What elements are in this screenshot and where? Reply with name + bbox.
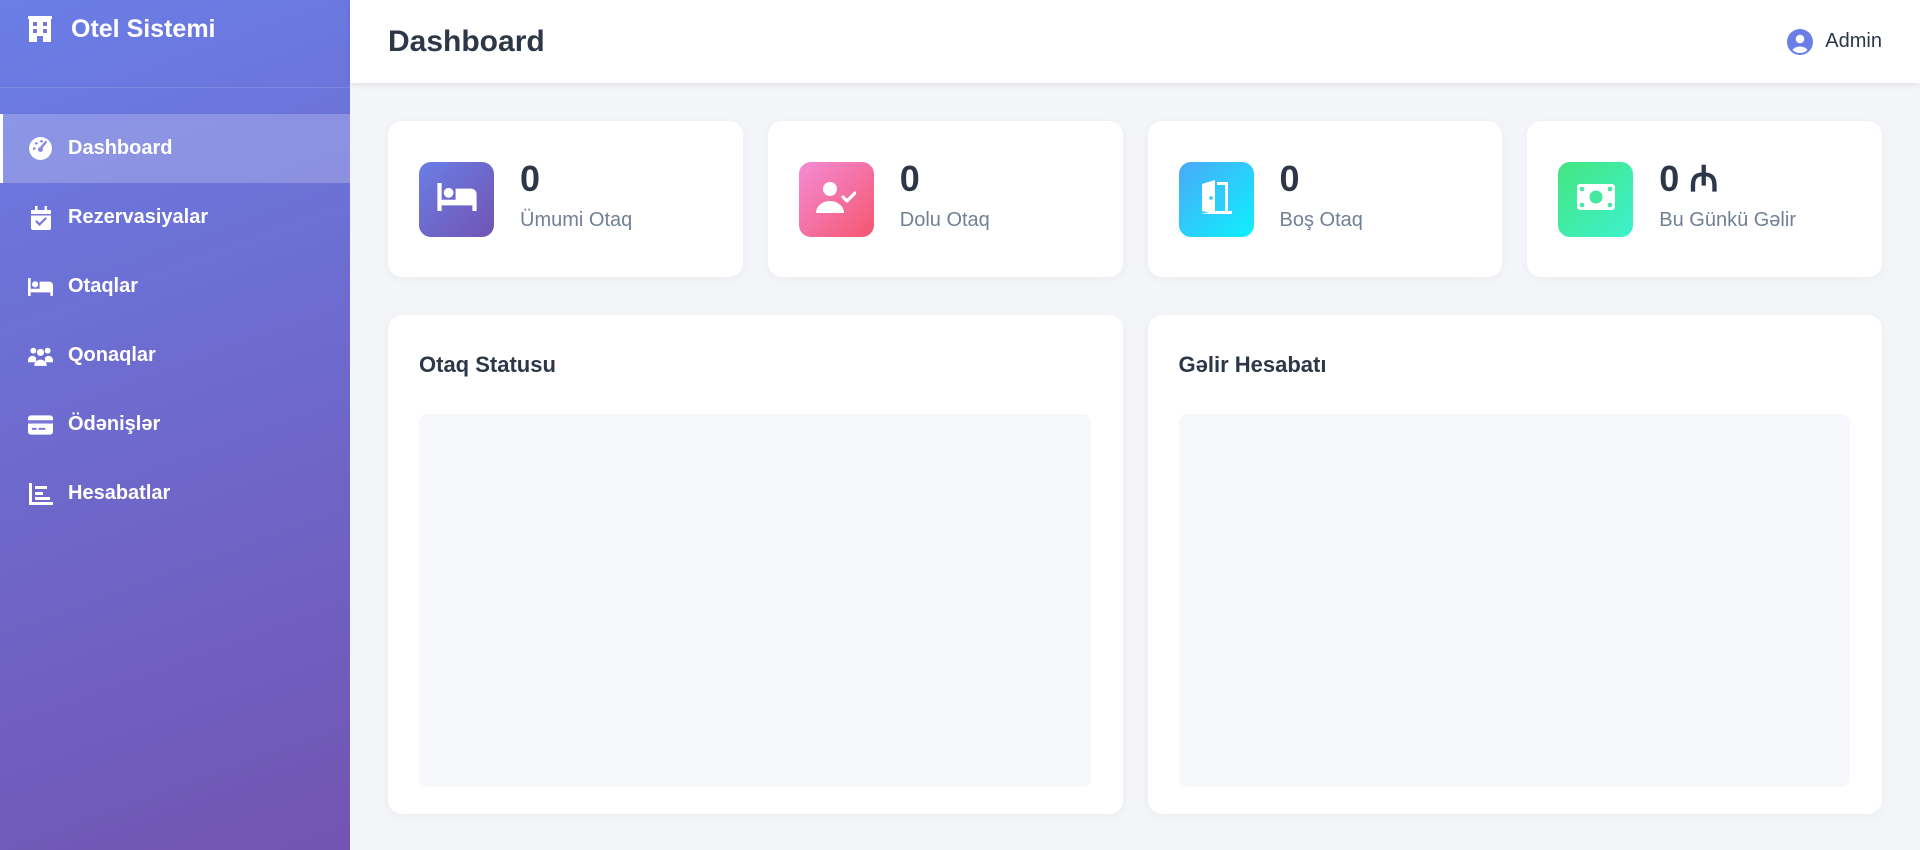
stat-value: 0	[520, 157, 541, 199]
stat-value: 0 ₼	[1659, 157, 1719, 199]
credit-card-icon	[28, 412, 53, 437]
sidebar-item-label: Rezervasiyalar	[68, 206, 209, 228]
calendar-check-icon	[28, 205, 53, 230]
panel-income-report: Gəlir Hesabatı	[1147, 315, 1882, 814]
brand-title: Otel Sistemi	[71, 15, 216, 43]
stat-label: Bu Günkü Gəlir	[1659, 208, 1796, 231]
sidebar-item-odenisler[interactable]: Ödənişlər	[0, 390, 350, 459]
panel-room-status: Otaq Statusu	[388, 315, 1123, 814]
user-check-icon	[816, 181, 857, 218]
sidebar-item-label: Ödənişlər	[68, 413, 161, 435]
stat-text: 0 Dolu Otaq	[899, 158, 990, 232]
sidebar-item-hesabatlar[interactable]: Hesabatlar	[0, 459, 350, 528]
user-name: Admin	[1825, 30, 1882, 52]
stat-text: 0 ₼ Bu Günkü Gəlir	[1659, 158, 1796, 232]
stat-text: 0 Ümumi Otaq	[520, 158, 633, 232]
sidebar-item-dashboard[interactable]: Dashboard	[0, 114, 350, 183]
stat-icon-box	[419, 161, 494, 237]
bed-icon	[436, 182, 477, 216]
stats-row: 0 Ümumi Otaq 0 Dolu Otaq 0 Boş Otaq 0 ₼ …	[388, 121, 1882, 277]
panels-row: Otaq Statusu Gəlir Hesabatı	[388, 315, 1882, 814]
sidebar-item-label: Qonaqlar	[68, 344, 156, 366]
panel-title: Otaq Statusu	[419, 352, 556, 377]
top-header: Dashboard Admin	[350, 0, 1920, 83]
page-title: Dashboard	[388, 24, 545, 58]
stat-value: 0	[899, 157, 920, 199]
brand[interactable]: Otel Sistemi	[0, 0, 350, 88]
stat-card-occupied-rooms: 0 Dolu Otaq	[767, 121, 1123, 277]
hotel-icon	[25, 14, 55, 44]
door-open-icon	[1198, 179, 1234, 219]
panel-title: Gəlir Hesabatı	[1178, 352, 1327, 377]
sidebar: Otel Sistemi Dashboard Rezervasiyalar Ot…	[0, 0, 350, 850]
user-circle-icon	[1787, 28, 1814, 55]
sidebar-item-rezervasiyalar[interactable]: Rezervasiyalar	[0, 183, 350, 252]
stat-icon-box	[798, 161, 874, 237]
stat-label: Ümumi Otaq	[520, 208, 633, 231]
sidebar-nav: Dashboard Rezervasiyalar Otaqlar Qonaqla…	[0, 114, 350, 528]
stat-icon-box	[1558, 161, 1634, 237]
stat-label: Dolu Otaq	[899, 208, 990, 231]
user-menu[interactable]: Admin	[1787, 28, 1882, 55]
stat-text: 0 Boş Otaq	[1279, 158, 1363, 232]
sidebar-item-qonaqlar[interactable]: Qonaqlar	[0, 321, 350, 390]
money-bill-icon	[1576, 183, 1615, 215]
sidebar-item-label: Hesabatlar	[68, 482, 171, 504]
chart-bar-icon	[28, 481, 53, 506]
users-icon	[28, 343, 53, 368]
stat-value: 0	[1279, 157, 1300, 199]
income-report-chart-area	[1178, 414, 1850, 787]
stat-card-today-income: 0 ₼ Bu Günkü Gəlir	[1527, 121, 1882, 277]
stat-label: Boş Otaq	[1279, 208, 1363, 231]
room-status-chart-area	[419, 414, 1091, 787]
bed-icon	[28, 274, 53, 299]
stat-icon-box	[1178, 161, 1254, 237]
gauge-icon	[28, 136, 53, 161]
sidebar-item-label: Dashboard	[68, 137, 173, 159]
sidebar-item-otaqlar[interactable]: Otaqlar	[0, 252, 350, 321]
stat-card-total-rooms: 0 Ümumi Otaq	[388, 121, 743, 277]
sidebar-item-label: Otaqlar	[68, 275, 139, 297]
stat-card-free-rooms: 0 Boş Otaq	[1147, 121, 1503, 277]
